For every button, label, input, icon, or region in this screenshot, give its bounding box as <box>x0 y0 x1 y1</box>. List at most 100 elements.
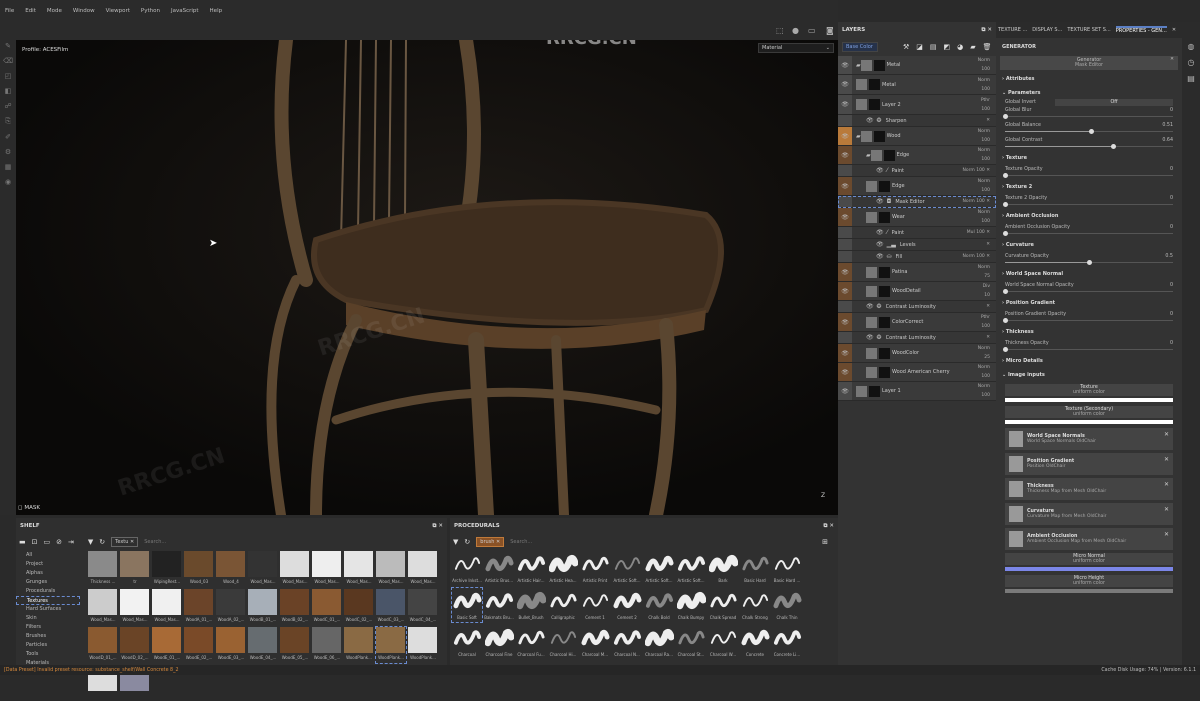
close-icon[interactable]: ✕ <box>985 168 990 173</box>
geometry-mask-icon[interactable]: ◧ <box>5 87 12 95</box>
search-input[interactable]: Search... <box>144 539 166 545</box>
brush-item[interactable]: Basic Hard ... <box>772 551 802 585</box>
brush-item[interactable]: Chalk Thin <box>772 588 802 622</box>
opacity-value[interactable]: 100 <box>981 107 990 112</box>
shelf-item[interactable]: WoodPlank... <box>344 627 374 663</box>
visibility-toggle[interactable] <box>838 332 852 343</box>
add-effect-icon[interactable]: ⚒ <box>903 43 909 51</box>
effect-row[interactable]: 👁 ⁄ Paint Norm 100 ✕ <box>838 165 996 177</box>
menu-file[interactable]: File <box>5 8 14 14</box>
brush-item[interactable]: Charcoal <box>452 625 482 659</box>
blend-opacity[interactable]: Norm 25 <box>978 344 996 362</box>
brush-item[interactable]: Charcoal Fu... <box>516 625 546 659</box>
eye-icon[interactable]: 👁 <box>866 334 874 341</box>
blend-mode[interactable]: Norm <box>978 210 990 215</box>
blend-opacity[interactable]: Pthr 100 <box>981 313 996 331</box>
eye-icon[interactable]: 👁 <box>876 167 884 174</box>
visibility-toggle[interactable] <box>838 115 852 126</box>
color-input[interactable]: Texture (Secondary) uniform color <box>1005 406 1173 418</box>
slider-global-balance[interactable] <box>1005 129 1173 134</box>
map-input[interactable]: Ambient Occlusion Ambient Occlusion Map f… <box>1005 528 1173 550</box>
brush-item[interactable]: Archive Inkst... <box>452 551 482 585</box>
slider-handle[interactable] <box>1088 129 1094 134</box>
shelf-item[interactable]: Wood_Mas... <box>312 551 342 587</box>
brush-item[interactable]: Chalk Strong <box>740 588 770 622</box>
shelf-item[interactable]: WoodE_05_... <box>280 627 310 663</box>
effect-row[interactable]: 👁 ❂ Sharpen ✕ <box>838 115 996 127</box>
add-mask-icon[interactable]: ◪ <box>916 43 923 51</box>
blend-opacity[interactable]: ✕ <box>986 333 996 342</box>
slider-handle[interactable] <box>1003 347 1008 352</box>
tab-2[interactable]: TEXTURE SET S... <box>1067 27 1110 33</box>
shelf-item[interactable]: WoodPlank... <box>375 626 407 664</box>
filter-chip[interactable]: Textu ✕ <box>111 537 139 547</box>
visibility-toggle[interactable]: 👁 <box>838 363 852 381</box>
eye-icon[interactable]: 👁 <box>876 198 884 205</box>
slider-world-space-normal-opacity[interactable] <box>1003 289 1173 294</box>
category-filters[interactable]: Filters <box>16 623 80 632</box>
parameters-section[interactable]: ⌄ Parameters <box>996 86 1182 97</box>
opacity-value[interactable]: 25 <box>984 355 990 360</box>
close-icon[interactable]: ✕ <box>1164 481 1169 488</box>
shelf-item[interactable]: WoodD_01_... <box>88 627 118 663</box>
blend-opacity[interactable]: Norm 100 ✕ <box>962 166 996 175</box>
shelf-item[interactable]: WoodE_02_... <box>184 627 214 663</box>
bake-icon[interactable]: ◉ <box>5 178 11 186</box>
color-input[interactable]: Micro Height uniform color <box>1005 575 1173 587</box>
blend-opacity[interactable]: Norm 100 <box>978 76 996 94</box>
slider-value[interactable]: 0 <box>1170 108 1173 113</box>
slider-value[interactable]: 0.51 <box>1162 123 1173 128</box>
brush-item[interactable]: Artistic Brus... <box>484 551 514 585</box>
slider-curvature-opacity[interactable] <box>1005 260 1173 265</box>
visibility-toggle[interactable]: 👁 <box>838 75 852 94</box>
blend-opacity[interactable]: Norm 100 <box>978 177 996 195</box>
brush-item[interactable]: Artistic Print <box>580 551 610 585</box>
effect-row[interactable]: 👁 ❂ Contrast Luminosity ✕ <box>838 332 996 344</box>
brush-item[interactable]: Calligraphic <box>548 588 578 622</box>
export-icon[interactable]: ⇥ <box>68 538 74 546</box>
add-smart-material-icon[interactable]: ◕ <box>957 43 963 51</box>
blend-opacity[interactable]: ✕ <box>986 302 996 311</box>
brush-item[interactable]: Charcoal M... <box>580 625 610 659</box>
new-shelf-icon[interactable]: ⊡ <box>32 538 38 546</box>
settings-icon[interactable]: ⚙ <box>5 148 11 156</box>
blend-mode[interactable]: Norm <box>978 129 990 134</box>
close-icon[interactable]: ✕ <box>986 304 990 309</box>
blend-opacity[interactable]: Norm 100 <box>978 127 996 145</box>
map-input[interactable]: Thickness Thickness Map from Mesh OldChai… <box>1005 478 1173 500</box>
color-input[interactable]: Micro Normal uniform color <box>1005 553 1173 565</box>
menu-python[interactable]: Python <box>141 8 160 14</box>
opacity-value[interactable]: 100 <box>981 219 990 224</box>
grid-view-icon[interactable]: ⊞ <box>822 538 828 546</box>
brush-item[interactable]: Bullet_Brush <box>516 588 546 622</box>
layer-row[interactable]: 👁 Metal Norm 100 <box>838 75 996 95</box>
group-position-gradient[interactable]: › Position Gradient <box>996 296 1182 310</box>
eye-icon[interactable]: 👁 <box>876 241 884 248</box>
layer-row[interactable]: 👁 ColorCorrect Pthr 100 <box>838 313 996 332</box>
brush-item[interactable]: Charcoal W... <box>708 625 738 659</box>
brush-item[interactable]: Chalk Bumpy <box>676 588 706 622</box>
brush-item[interactable]: Artistic Soft... <box>676 551 706 585</box>
color-swatch[interactable] <box>1005 420 1173 424</box>
effect-row[interactable]: 👁 ⛀ Fill Norm 100 ✕ <box>838 251 996 263</box>
close-icon[interactable]: ⧉ ✕ <box>433 523 443 530</box>
slider-value[interactable]: 0 <box>1170 312 1173 317</box>
shelf-item[interactable]: Wood_Mas... <box>248 551 278 587</box>
brush-item[interactable]: Charcoal Fine <box>484 625 514 659</box>
brush-item[interactable]: Charcoal St... <box>676 625 706 659</box>
close-icon[interactable]: ✕ <box>985 230 990 235</box>
effect-row[interactable]: 👁 ◘ Mask Editor Norm 100 ✕ <box>838 196 996 208</box>
camera-frame-icon[interactable]: ⬚ <box>776 26 784 35</box>
slider-handle[interactable] <box>1003 289 1008 294</box>
visibility-toggle[interactable] <box>838 227 852 238</box>
tab-3[interactable]: PROPERTIES - GEN... <box>1115 26 1167 34</box>
screenshot-icon[interactable]: ◙ <box>826 26 834 35</box>
blend-opacity[interactable]: Norm 100 <box>978 56 996 74</box>
category-skin[interactable]: Skin <box>16 614 80 623</box>
shelf-item[interactable]: WipingRest... <box>152 551 182 587</box>
category-grunges[interactable]: Grunges <box>16 578 80 587</box>
close-icon[interactable]: ✕ <box>986 335 990 340</box>
opacity-value[interactable]: 100 <box>976 199 985 204</box>
shelf-item[interactable]: WoodB_01_... <box>248 589 278 625</box>
brush-item[interactable]: Basic Hard <box>740 551 770 585</box>
